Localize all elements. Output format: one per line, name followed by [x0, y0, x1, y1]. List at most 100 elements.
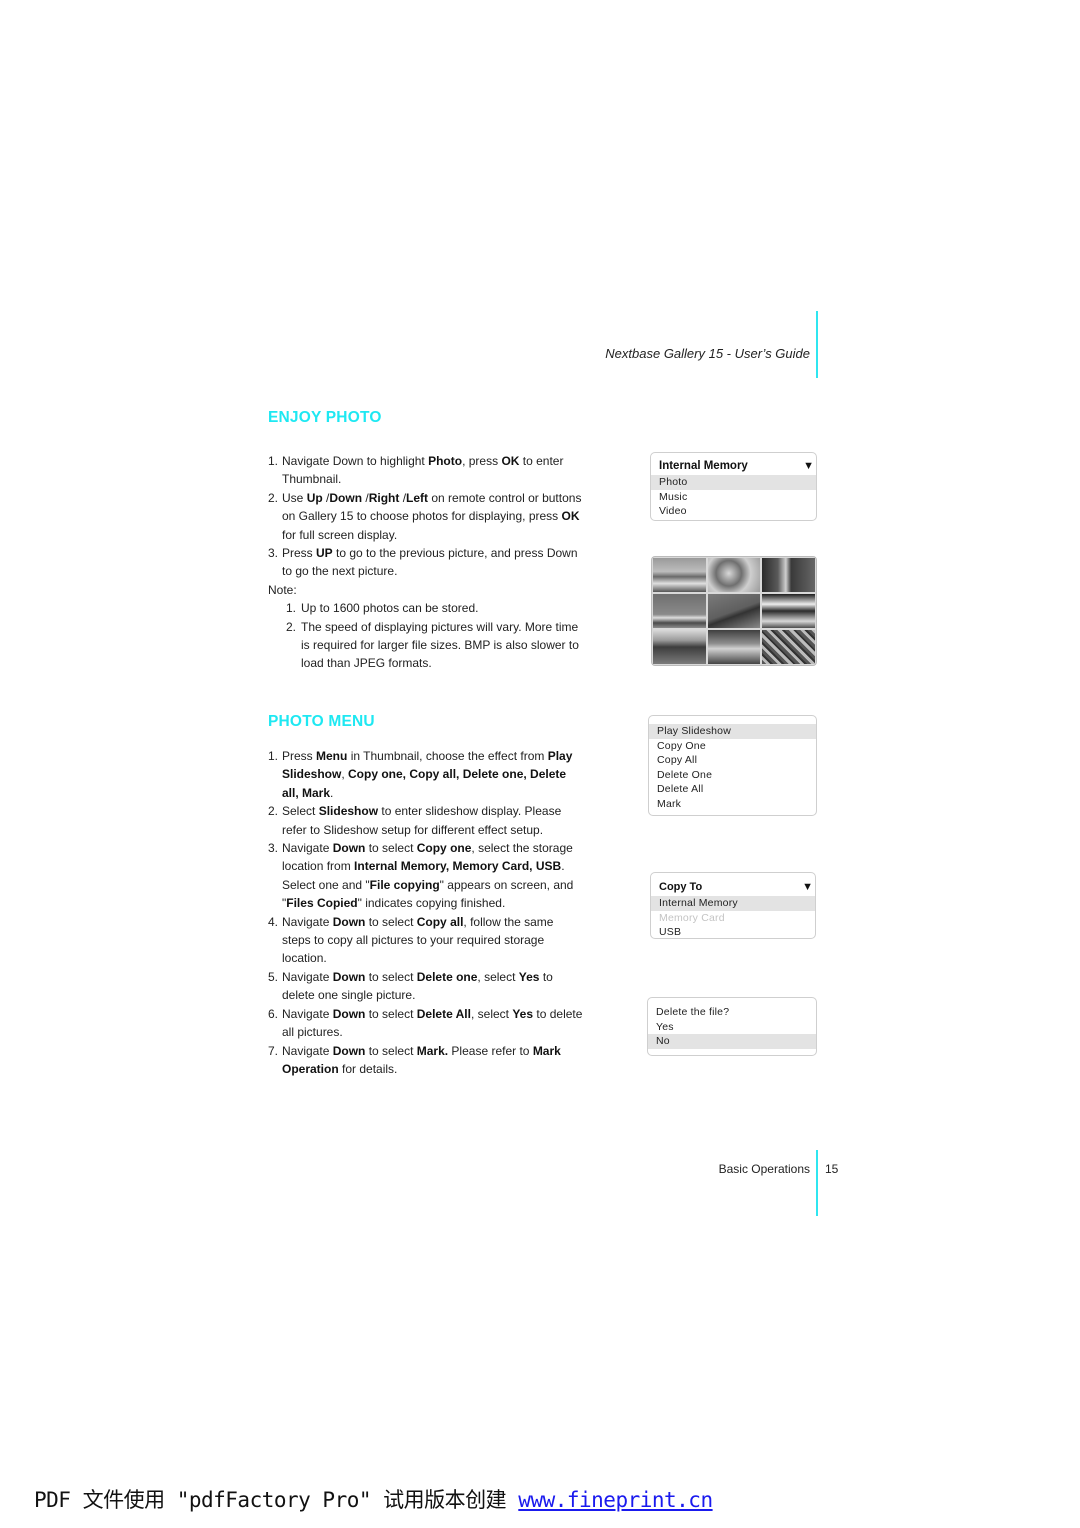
photo-menu-item[interactable]: Mark	[649, 797, 816, 812]
text-run: ,	[341, 767, 349, 782]
note-label: Note:	[268, 582, 297, 597]
note-text: Up to 1600 photos can be stored.	[301, 601, 479, 616]
running-header: Nextbase Gallery 15 - User’s Guide	[605, 346, 810, 361]
photo-menu-item[interactable]: Copy All	[649, 753, 816, 768]
photo-menu-panel: Play Slideshow Copy One Copy All Delete One…	[648, 715, 817, 816]
text-run: Press	[282, 749, 317, 763]
photo-thumbnail[interactable]	[707, 630, 761, 664]
text-run: Use	[282, 490, 307, 505]
item-number: 2.	[268, 490, 279, 505]
item-number: 6.	[268, 1006, 279, 1021]
bold-term: UP	[316, 546, 333, 561]
text-run: Navigate	[282, 969, 333, 984]
header-rule	[816, 311, 818, 378]
list-item: 6. Navigate Down to select Delete All, se…	[268, 1005, 584, 1042]
text-run: .	[330, 785, 334, 800]
bold-term: Yes	[518, 969, 540, 984]
item-number: 3.	[268, 546, 279, 561]
watermark-link[interactable]: www.fineprint.cn	[518, 1488, 713, 1512]
delete-confirm-panel: Delete the file? Yes No	[647, 997, 817, 1056]
bold-term: Photo	[428, 454, 463, 468]
item-number: 1.	[268, 749, 279, 763]
delete-option-item[interactable]: Yes	[648, 1020, 816, 1035]
photo-menu-item[interactable]: Copy One	[649, 739, 816, 754]
bold-term: Down	[332, 969, 366, 984]
list-item: 1. Navigate Down to highlight Photo, pres…	[268, 452, 588, 489]
item-number: 2.	[268, 804, 279, 819]
bold-term: File copying	[369, 877, 440, 892]
photo-menu-item[interactable]: Delete One	[649, 768, 816, 783]
section-title-enjoy-photo: ENJOY PHOTO	[268, 409, 382, 426]
dropdown-arrow-icon[interactable]: ▼	[802, 878, 813, 896]
list-item: 3. Navigate Down to select Copy one, sele…	[268, 839, 584, 913]
text-run: to select	[365, 1006, 417, 1021]
item-number: 3.	[268, 841, 279, 856]
photo-thumbnail[interactable]	[653, 630, 706, 664]
note-item: 1. Up to 1600 photos can be stored.	[286, 599, 588, 617]
photo-thumbnail[interactable]	[762, 594, 815, 628]
text-run: /	[362, 490, 369, 505]
copy-to-item[interactable]: USB	[651, 925, 815, 940]
photo-thumbnail[interactable]	[707, 594, 761, 628]
enjoy-photo-steps: 1. Navigate Down to highlight Photo, pres…	[268, 452, 588, 673]
footer-rule	[816, 1150, 818, 1216]
photo-menu-steps: 1. Press Menu in Thumbnail, choose the ef…	[268, 747, 584, 1078]
bold-term: Left	[406, 490, 429, 505]
memory-menu-item[interactable]: Video	[651, 504, 816, 519]
photo-thumbnail[interactable]	[762, 558, 815, 592]
text-run: , select	[470, 1006, 513, 1021]
photo-thumbnail[interactable]	[653, 594, 706, 628]
delete-option-item[interactable]: No	[648, 1034, 816, 1049]
item-number: 4.	[268, 914, 279, 929]
text-run: Select	[282, 804, 319, 819]
text-run: to select	[365, 914, 417, 929]
watermark-text: PDF 文件使用 "pdfFactory Pro" 试用版本创建	[34, 1488, 519, 1512]
memory-menu-item[interactable]: Music	[651, 490, 816, 505]
bold-term: Down	[332, 1006, 366, 1021]
bold-term: Menu	[316, 749, 348, 763]
bold-term: Copy all	[416, 914, 464, 929]
list-item: 2. Use Up /Down /Right /Left on remote co…	[268, 489, 588, 544]
text-run: Please refer to	[448, 1043, 533, 1058]
photo-thumbnail[interactable]	[707, 558, 761, 592]
photo-menu-item[interactable]: Play Slideshow	[649, 724, 816, 739]
copy-to-header[interactable]: Copy To ▼	[651, 878, 815, 896]
photo-thumbnail[interactable]	[762, 630, 815, 664]
bold-term: Delete All	[416, 1006, 471, 1021]
item-number: 7.	[268, 1043, 279, 1058]
list-item: 5. Navigate Down to select Delete one, se…	[268, 968, 584, 1005]
item-number: 5.	[268, 969, 279, 984]
text-run: for full screen display.	[282, 527, 398, 542]
bold-term: OK	[561, 509, 580, 524]
section-title-photo-menu: PHOTO MENU	[268, 713, 375, 730]
list-item: 7. Navigate Down to select Mark. Please r…	[268, 1042, 584, 1079]
bold-term: Down	[332, 1043, 366, 1058]
text-run: , select	[477, 969, 519, 984]
text-run: to select	[365, 969, 417, 984]
bold-term: Down	[332, 914, 366, 929]
text-run: Navigate	[282, 914, 333, 929]
copy-to-panel: Copy To ▼ Internal Memory Memory Card USB	[650, 872, 816, 939]
copy-to-item[interactable]: Internal Memory	[651, 896, 815, 911]
photo-menu-item[interactable]: Delete All	[649, 782, 816, 797]
text-run: Navigate	[282, 1043, 333, 1058]
text-run: , press	[462, 454, 502, 468]
dropdown-arrow-icon[interactable]: ▼	[803, 457, 814, 475]
bold-term: Right	[368, 490, 400, 505]
list-item: 3. Press UP to go to the previous picture…	[268, 544, 588, 581]
memory-menu-header[interactable]: Internal Memory ▼	[651, 457, 816, 475]
bold-term: Internal Memory, Memory Card, USB	[354, 859, 562, 874]
list-item: 2. Select Slideshow to enter slideshow di…	[268, 802, 584, 839]
copy-to-item[interactable]: Memory Card	[651, 911, 815, 926]
note-list: 1. Up to 1600 photos can be stored. 2. The …	[268, 599, 588, 673]
photo-thumbnail[interactable]	[653, 558, 706, 592]
bold-term: OK	[501, 454, 520, 468]
memory-menu-item[interactable]: Photo	[651, 475, 816, 490]
list-item: 1. Press Menu in Thumbnail, choose the ef…	[268, 747, 584, 802]
copy-to-title: Copy To	[659, 881, 703, 893]
bold-term: Down	[332, 841, 366, 856]
pdf-watermark: PDF 文件使用 "pdfFactory Pro" 试用版本创建 www.fin…	[34, 1484, 713, 1514]
bold-term: Up	[306, 490, 323, 505]
text-run: to select	[365, 841, 417, 856]
text-run: in Thumbnail, choose the effect from	[347, 749, 548, 763]
